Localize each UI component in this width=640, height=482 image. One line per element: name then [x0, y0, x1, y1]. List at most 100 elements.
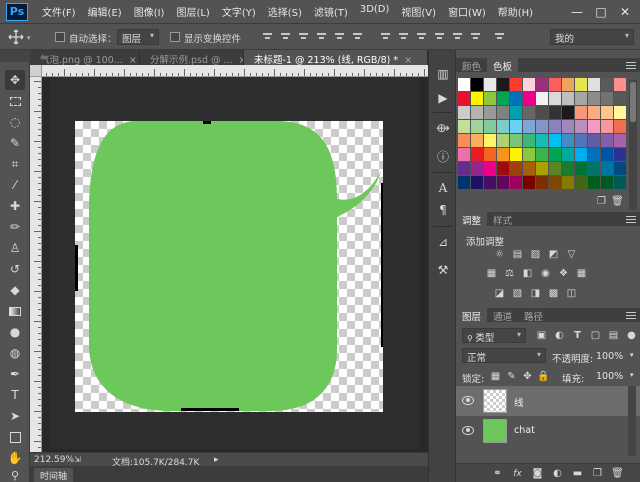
threshold-icon[interactable]: ◨: [530, 288, 541, 299]
color-swatch[interactable]: [562, 148, 574, 161]
color-swatch[interactable]: [536, 148, 548, 161]
color-swatch[interactable]: [471, 162, 483, 175]
fill-arrow-icon[interactable]: ▾: [630, 371, 634, 379]
color-swatch[interactable]: [497, 106, 509, 119]
tab-paths[interactable]: 路径: [518, 308, 549, 323]
color-swatch[interactable]: [562, 120, 574, 133]
ruler-origin[interactable]: [30, 65, 42, 77]
new-adjustment-icon[interactable]: ◐: [552, 468, 563, 479]
color-swatch[interactable]: [614, 120, 626, 133]
color-swatch[interactable]: [523, 92, 535, 105]
hand-tool-icon[interactable]: ✋: [5, 448, 25, 468]
layer-row-chat[interactable]: chat: [456, 416, 640, 446]
color-swatch[interactable]: [497, 162, 509, 175]
panel-menu-icon[interactable]: [626, 310, 636, 320]
link-layers-icon[interactable]: ⚭: [492, 468, 503, 479]
tab-color[interactable]: 颜色: [456, 58, 487, 73]
tab-example[interactable]: 分解示例.psd @ ...×: [140, 50, 244, 65]
color-swatch[interactable]: [484, 120, 496, 133]
color-swatch[interactable]: [510, 78, 522, 91]
color-swatch[interactable]: [588, 92, 600, 105]
color-swatch[interactable]: [458, 148, 470, 161]
workspace-dropdown[interactable]: 我的 ▾: [550, 29, 634, 45]
character-icon[interactable]: A: [433, 178, 453, 198]
color-swatch[interactable]: [536, 176, 548, 189]
color-swatch[interactable]: [549, 106, 561, 119]
color-swatch[interactable]: [510, 120, 522, 133]
visibility-eye-icon[interactable]: [462, 396, 474, 405]
close-window-button[interactable]: ✕: [614, 2, 636, 22]
distribute-hcenter-icon[interactable]: [452, 32, 463, 42]
menu-item[interactable]: 选择(S): [262, 4, 308, 19]
color-swatch[interactable]: [562, 92, 574, 105]
tab-bubble[interactable]: 气泡.png @ 100... ×: [30, 50, 140, 65]
color-swatch[interactable]: [562, 106, 574, 119]
color-swatch[interactable]: [458, 106, 470, 119]
zoom-tool-icon[interactable]: ⚲: [5, 469, 25, 482]
lock-all-icon[interactable]: 🔒: [537, 371, 549, 382]
color-swatch[interactable]: [497, 148, 509, 161]
swatch-scrollbar[interactable]: [629, 80, 637, 210]
color-swatch[interactable]: [458, 176, 470, 189]
color-swatch[interactable]: [575, 106, 587, 119]
filter-pixel-icon[interactable]: ▣: [536, 330, 547, 341]
menu-item[interactable]: 文件(F): [36, 4, 82, 19]
color-swatch[interactable]: [484, 78, 496, 91]
color-swatch[interactable]: [484, 176, 496, 189]
swatch-grid[interactable]: [458, 78, 626, 189]
color-swatch[interactable]: [601, 78, 613, 91]
color-swatch[interactable]: [510, 92, 522, 105]
color-swatch[interactable]: [510, 162, 522, 175]
color-swatch[interactable]: [601, 120, 613, 133]
color-swatch[interactable]: [536, 120, 548, 133]
color-lookup-icon[interactable]: ▦: [576, 268, 587, 279]
vertical-ruler[interactable]: [30, 77, 42, 452]
color-swatch[interactable]: [575, 176, 587, 189]
opacity-arrow-icon[interactable]: ▾: [630, 351, 634, 359]
layers-scrollbar[interactable]: [628, 386, 636, 456]
move-tool-icon[interactable]: [8, 29, 24, 45]
color-swatch[interactable]: [510, 148, 522, 161]
color-swatch[interactable]: [588, 106, 600, 119]
fill-value[interactable]: 100%: [596, 371, 623, 382]
add-mask-icon[interactable]: ◙: [532, 468, 543, 479]
menu-item[interactable]: 编辑(E): [82, 4, 128, 19]
color-swatch[interactable]: [588, 176, 600, 189]
color-balance-icon[interactable]: ⚖: [504, 268, 515, 279]
gradient-tool-icon[interactable]: [5, 301, 25, 321]
color-swatch[interactable]: [562, 134, 574, 147]
distribute-top-icon[interactable]: [380, 32, 391, 42]
tab-channels[interactable]: 通道: [487, 308, 518, 323]
color-swatch[interactable]: [549, 92, 561, 105]
distribute-left-icon[interactable]: [434, 32, 445, 42]
color-swatch[interactable]: [523, 148, 535, 161]
color-swatch[interactable]: [614, 92, 626, 105]
color-swatch[interactable]: [484, 148, 496, 161]
blend-mode-dropdown[interactable]: 正常 ▾: [462, 348, 546, 364]
color-swatch[interactable]: [601, 162, 613, 175]
distribute-bottom-icon[interactable]: [416, 32, 427, 42]
tab-layers[interactable]: 图层: [456, 308, 488, 323]
tab-swatches[interactable]: 色板: [487, 58, 519, 73]
menu-item[interactable]: 文字(Y): [216, 4, 262, 19]
color-swatch[interactable]: [484, 134, 496, 147]
dodge-tool-icon[interactable]: ◍: [5, 343, 25, 363]
lock-pixels-icon[interactable]: ✎: [506, 371, 517, 382]
tool-presets-icon[interactable]: ⚒: [433, 260, 453, 280]
align-top-icon[interactable]: [262, 32, 273, 42]
color-swatch[interactable]: [588, 148, 600, 161]
color-swatch[interactable]: [536, 106, 548, 119]
posterize-icon[interactable]: ▧: [512, 288, 523, 299]
shape-tool-icon[interactable]: [5, 427, 25, 447]
zoom-readout[interactable]: 212.59%: [34, 455, 74, 465]
color-swatch[interactable]: [471, 92, 483, 105]
tab-adjustments[interactable]: 调整: [456, 212, 488, 227]
color-swatch[interactable]: [549, 176, 561, 189]
vibrance-icon[interactable]: ▽: [566, 249, 577, 260]
show-transform-checkbox[interactable]: [170, 32, 180, 42]
color-swatch[interactable]: [484, 106, 496, 119]
color-swatch[interactable]: [484, 162, 496, 175]
color-swatch[interactable]: [601, 176, 613, 189]
opacity-value[interactable]: 100%: [596, 351, 623, 362]
menu-item[interactable]: 3D(D): [354, 4, 396, 19]
